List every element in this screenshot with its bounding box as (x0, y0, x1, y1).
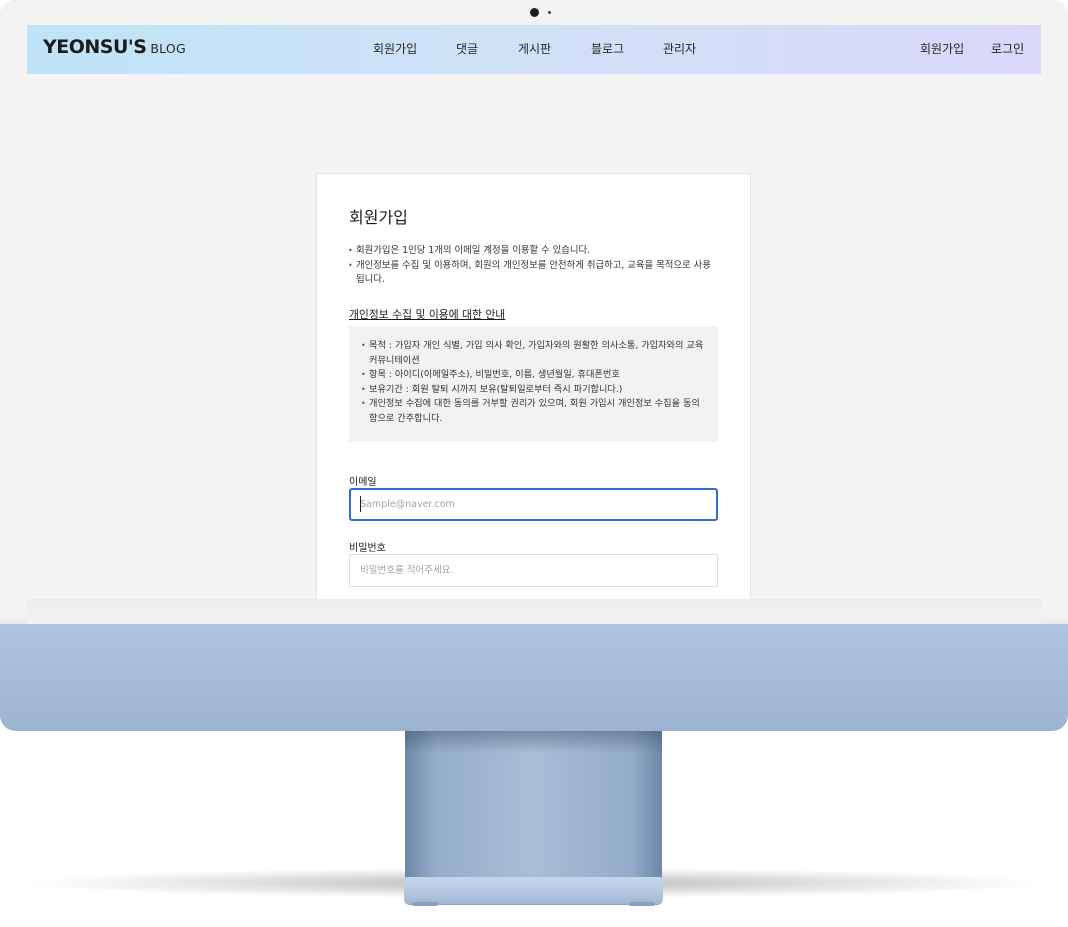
privacy-info-box: 목적 : 가입자 개인 식별, 가입 의사 확인, 가입자와의 원활한 의사소통… (349, 326, 718, 442)
monitor-chin (0, 624, 1068, 731)
signup-card: 회원가입 회원가입은 1인당 1개의 이메일 계정을 이용할 수 있습니다. 개… (316, 173, 751, 599)
monitor-stand-shadow (405, 731, 662, 753)
password-field[interactable] (349, 554, 718, 587)
nav-admin[interactable]: 관리자 (663, 40, 696, 57)
monitor-foot-right (629, 902, 655, 906)
privacy-info-list: 목적 : 가입자 개인 식별, 가입 의사 확인, 가입자와의 원활한 의사소통… (360, 339, 705, 427)
notice-item: 회원가입은 1인당 1개의 이메일 계정을 이용할 수 있습니다. (347, 244, 717, 259)
logo-wordmark: YEONSU'S (43, 36, 147, 58)
email-label: 이메일 (349, 477, 377, 488)
camera-icon (530, 8, 539, 17)
logo-suffix: BLOG (150, 41, 186, 56)
password-label: 비밀번호 (349, 543, 386, 554)
notice-item: 개인정보를 수집 및 이용하며, 회원의 개인정보를 안전하게 취급하고, 교육… (347, 259, 717, 288)
header-signup-link[interactable]: 회원가입 (920, 40, 964, 57)
header-login-link[interactable]: 로그인 (991, 40, 1024, 57)
privacy-item: 목적 : 가입자 개인 식별, 가입 의사 확인, 가입자와의 원활한 의사소통… (360, 339, 705, 368)
privacy-item: 개인정보 수집에 대한 동의를 거부할 권리가 있으며, 회원 가입시 개인정보… (360, 397, 705, 426)
nav-board[interactable]: 게시판 (518, 40, 551, 57)
nav-blog[interactable]: 블로그 (591, 40, 624, 57)
monitor-foot-left (412, 902, 438, 906)
site-header: YEONSU'S BLOG 회원가입 댓글 게시판 블로그 관리자 회원가입 로… (27, 25, 1041, 74)
email-field[interactable] (349, 488, 718, 521)
privacy-item: 보유기간 : 회원 탈퇴 시까지 보유(탈퇴일로부터 즉시 파기합니다.) (360, 383, 705, 398)
privacy-heading: 개인정보 수집 및 이용에 대한 안내 (349, 308, 506, 321)
text-cursor (360, 496, 361, 512)
site-logo[interactable]: YEONSU'S BLOG (43, 36, 186, 62)
nav-signup[interactable]: 회원가입 (373, 40, 417, 57)
screen: YEONSU'S BLOG 회원가입 댓글 게시판 블로그 관리자 회원가입 로… (27, 25, 1041, 599)
monitor-stand-base (404, 877, 663, 904)
monitor-stand-neck (405, 731, 662, 879)
camera-sensor-icon (548, 11, 551, 14)
privacy-item: 항목 : 아이디(이메일주소), 비밀번호, 이름, 생년월일, 휴대폰번호 (360, 368, 705, 383)
screen-bottom-bezel (27, 599, 1041, 624)
nav-comments[interactable]: 댓글 (456, 40, 478, 57)
signup-notice-list: 회원가입은 1인당 1개의 이메일 계정을 이용할 수 있습니다. 개인정보를 … (347, 244, 717, 288)
page-title: 회원가입 (349, 208, 408, 227)
